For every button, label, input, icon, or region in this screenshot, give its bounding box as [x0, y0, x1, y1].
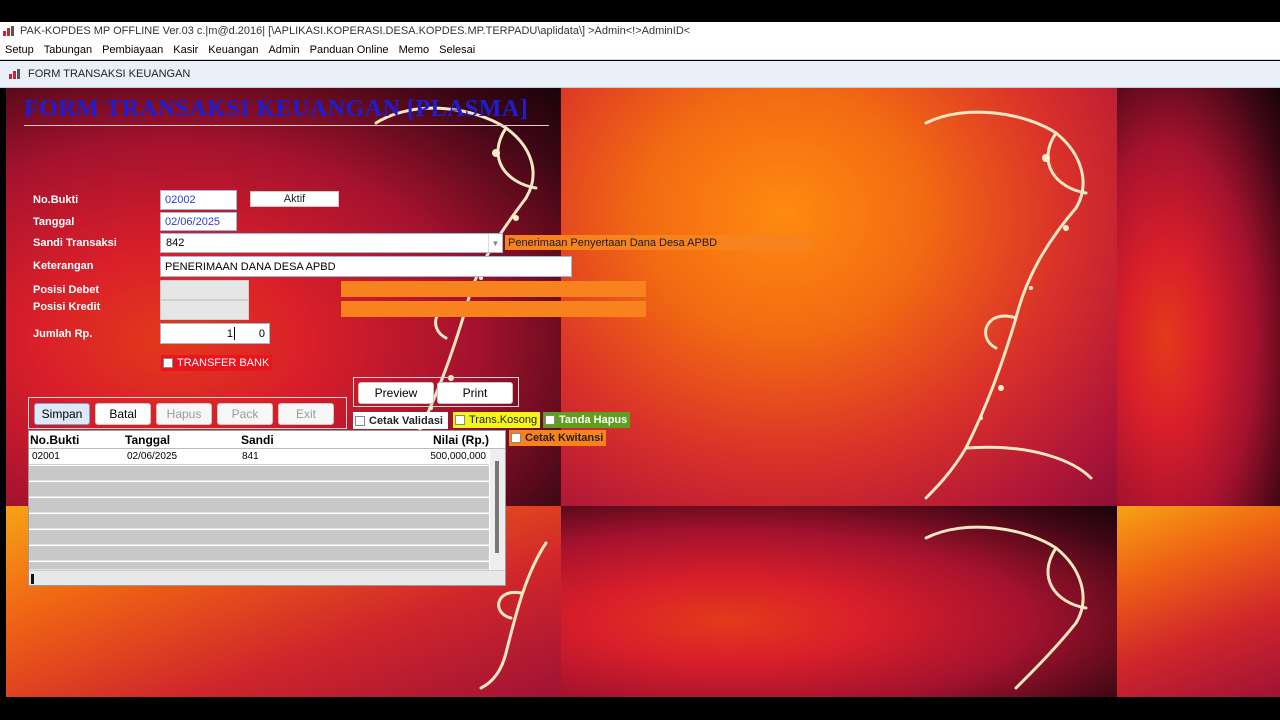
empty-row: [29, 530, 489, 545]
checkbox-box: [511, 433, 521, 443]
empty-row: [29, 562, 489, 570]
print-label: Print: [462, 386, 488, 400]
cetak-kwitansi-label: Cetak Kwitansi: [525, 432, 604, 444]
transaction-table[interactable]: No.Bukti Tanggal Sandi Nilai (Rp.) 02001…: [28, 430, 506, 586]
label-posisi-kredit: Posisi Kredit: [33, 301, 101, 313]
cell-nilai: 500,000,000: [430, 451, 486, 462]
trans-kosong-label: Trans.Kosong: [469, 414, 538, 426]
label-keterangan: Keterangan: [33, 260, 94, 272]
transfer-bank-checkbox[interactable]: TRANSFER BANK: [161, 355, 273, 371]
menu-panduan-online[interactable]: Panduan Online: [305, 44, 394, 56]
hapus-button[interactable]: Hapus: [156, 403, 212, 425]
column-header-nilai[interactable]: Nilai (Rp.): [309, 433, 489, 447]
batal-button[interactable]: Batal: [95, 403, 151, 425]
print-button[interactable]: Print: [437, 382, 513, 404]
form-canvas: FORM TRANSAKSI KEUANGAN [PLASMA] No.Bukt…: [6, 88, 1280, 697]
menu-kasir[interactable]: Kasir: [168, 44, 203, 56]
cetak-validasi-label: Cetak Validasi: [369, 414, 443, 427]
keterangan-field[interactable]: PENERIMAAN DANA DESA APBD: [160, 256, 572, 277]
empty-row: [29, 498, 489, 513]
jumlah-integer: 1: [226, 327, 233, 340]
menu-admin[interactable]: Admin: [263, 44, 304, 56]
hapus-label: Hapus: [166, 407, 202, 421]
menu-pembiayaan[interactable]: Pembiayaan: [97, 44, 168, 56]
checkbox-box: [163, 358, 173, 368]
scroll-thumb[interactable]: [31, 574, 34, 584]
empty-row: [29, 466, 489, 481]
label-tanggal: Tanggal: [33, 216, 75, 228]
form-heading: FORM TRANSAKSI KEUANGAN [PLASMA]: [24, 96, 529, 122]
checkbox-box: [455, 415, 465, 425]
preview-label: Preview: [374, 386, 418, 400]
label-no-bukti: No.Bukti: [33, 194, 79, 206]
table-row[interactable]: 02001 02/06/2025 841 500,000,000: [29, 449, 489, 465]
simpan-label: Simpan: [41, 407, 83, 421]
swirl-ornament-icon: [924, 525, 1088, 690]
empty-row: [29, 514, 489, 529]
cetak-validasi-checkbox[interactable]: Cetak Validasi: [353, 412, 448, 429]
column-header-sandi[interactable]: Sandi: [241, 433, 274, 447]
swirl-ornament-icon: [924, 110, 1093, 500]
cell-tanggal: 02/06/2025: [127, 451, 178, 462]
child-window-title: FORM TRANSAKSI KEUANGAN: [28, 68, 191, 80]
transfer-bank-label: TRANSFER BANK: [177, 357, 270, 369]
tanggal-field[interactable]: 02/06/2025: [160, 212, 237, 231]
menu-bar: Setup Tabungan Pembiayaan Kasir Keuangan…: [0, 40, 1280, 60]
form-icon: [8, 68, 22, 80]
jumlah-field[interactable]: 1 0: [160, 323, 270, 344]
posisi-debet-description: [341, 281, 646, 297]
cell-no-bukti: 02001: [32, 451, 60, 462]
posisi-kredit-description: [341, 301, 646, 317]
cell-sandi: 841: [242, 451, 259, 462]
batal-label: Batal: [109, 407, 137, 421]
video-letterbox-bottom: [0, 697, 1280, 720]
vertical-scrollbar[interactable]: [490, 449, 505, 570]
menu-keuangan[interactable]: Keuangan: [203, 44, 263, 56]
menu-memo[interactable]: Memo: [394, 44, 435, 56]
pack-label: Pack: [231, 407, 259, 421]
menu-selesai[interactable]: Selesai: [434, 44, 480, 56]
status-badge: Aktif: [250, 191, 339, 207]
column-header-no-bukti[interactable]: No.Bukti: [30, 433, 79, 447]
pack-button[interactable]: Pack: [217, 403, 273, 425]
heading-underline: [24, 125, 549, 126]
horizontal-scrollbar[interactable]: [29, 570, 505, 585]
sandi-value: 842: [166, 237, 185, 249]
wallpaper-tile: [1117, 88, 1280, 506]
exit-label: Exit: [295, 407, 316, 421]
label-posisi-debet: Posisi Debet: [33, 284, 100, 296]
app-logo-icon: [2, 25, 16, 37]
tanda-hapus-checkbox[interactable]: Tanda Hapus: [543, 412, 631, 428]
tanda-hapus-label: Tanda Hapus: [559, 414, 628, 426]
video-letterbox-top: [0, 0, 1280, 22]
checkbox-box: [545, 415, 555, 425]
trans-kosong-checkbox[interactable]: Trans.Kosong: [453, 412, 541, 428]
menu-setup[interactable]: Setup: [0, 44, 39, 56]
exit-button[interactable]: Exit: [278, 403, 334, 425]
posisi-kredit-field[interactable]: [160, 300, 249, 320]
simpan-button[interactable]: Simpan: [34, 403, 90, 425]
column-header-tanggal[interactable]: Tanggal: [125, 433, 170, 447]
empty-row: [29, 482, 489, 497]
empty-row: [29, 546, 489, 561]
preview-button[interactable]: Preview: [358, 382, 434, 404]
wallpaper-tile: [1117, 506, 1280, 697]
window-title: PAK-KOPDES MP OFFLINE Ver.03 c.|m@d.2016…: [20, 25, 691, 37]
sandi-description: Penerimaan Penyertaan Dana Desa APBD: [505, 235, 812, 250]
sandi-transaksi-select[interactable]: 842 ▼: [160, 233, 503, 253]
label-jumlah: Jumlah Rp.: [33, 328, 93, 340]
chevron-down-icon[interactable]: ▼: [488, 234, 502, 252]
table-header: No.Bukti Tanggal Sandi Nilai (Rp.): [29, 431, 505, 449]
jumlah-decimal: 0: [258, 327, 265, 340]
label-sandi-transaksi: Sandi Transaksi: [33, 237, 117, 249]
child-window-titlebar: FORM TRANSAKSI KEUANGAN: [0, 61, 1280, 88]
no-bukti-field[interactable]: 02002: [160, 190, 237, 210]
window-titlebar: PAK-KOPDES MP OFFLINE Ver.03 c.|m@d.2016…: [0, 22, 1280, 40]
menu-tabungan[interactable]: Tabungan: [39, 44, 97, 56]
cetak-kwitansi-checkbox[interactable]: Cetak Kwitansi: [509, 430, 607, 446]
scroll-thumb[interactable]: [495, 461, 499, 553]
posisi-debet-field[interactable]: [160, 280, 249, 300]
checkbox-box: [355, 415, 365, 426]
